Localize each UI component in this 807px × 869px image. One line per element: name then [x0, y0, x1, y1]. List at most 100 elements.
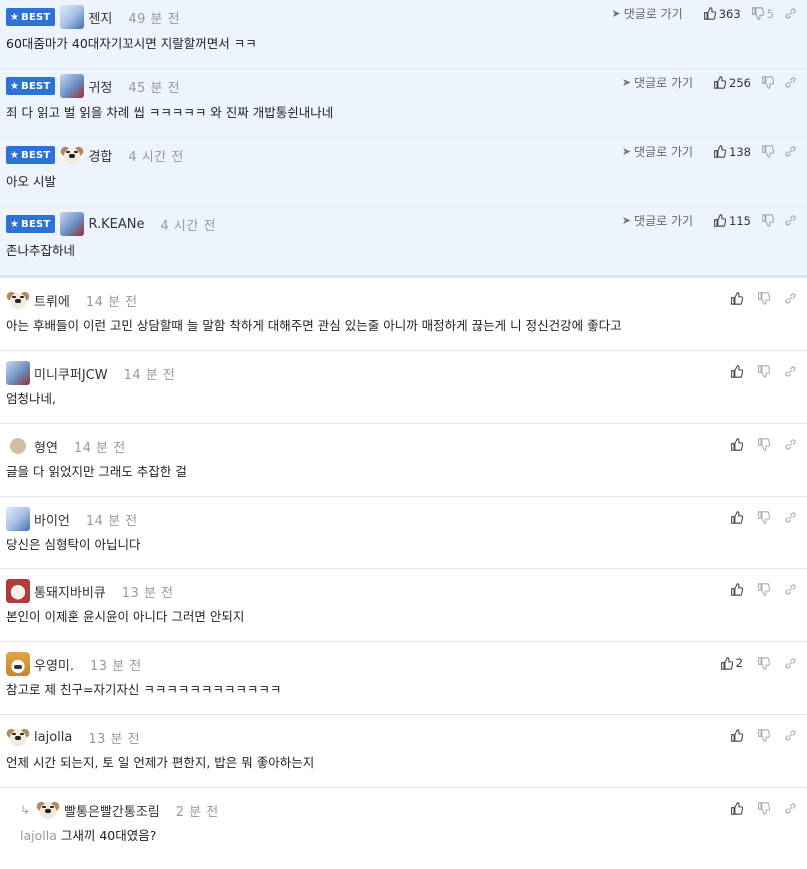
like-count: 256: [729, 75, 751, 90]
like-button[interactable]: 363: [703, 7, 741, 21]
dislike-button[interactable]: [757, 365, 770, 378]
timestamp: 49 분 전: [128, 11, 181, 27]
go-to-comment-link[interactable]: ➤ 댓글로 가기: [622, 143, 693, 160]
dislike-button[interactable]: 5: [751, 7, 774, 21]
avatar[interactable]: [60, 74, 85, 98]
mention[interactable]: lajolla: [20, 828, 57, 843]
share-button[interactable]: [784, 511, 797, 524]
timestamp: 14 분 전: [73, 440, 126, 456]
link-icon: [785, 512, 796, 523]
link-icon: [785, 657, 796, 669]
link-icon: [785, 77, 796, 88]
best-comment: ★ BEST 경합 4 시간 전 아오 시발 ➤ 댓글로 가기 138: [0, 138, 807, 207]
comment-header: 통돼지바비큐 13 분 전: [0, 577, 807, 605]
like-button[interactable]: [730, 365, 743, 378]
comment-text: 아는 후배들이 이런 고민 상담할때 늘 말함 착하게 대해주면 관심 있는줄 …: [6, 318, 622, 333]
dislike-button[interactable]: [757, 729, 770, 742]
thumbs-up-icon: [720, 656, 733, 670]
like-button[interactable]: [730, 292, 743, 305]
dislike-button[interactable]: [757, 511, 770, 524]
thumbs-down-icon: [758, 583, 770, 596]
comment-actions: 2: [710, 656, 797, 670]
nickname[interactable]: 경합: [88, 146, 112, 165]
go-to-comment-link[interactable]: ➤ 댓글로 가기: [611, 5, 682, 22]
like-button[interactable]: 2: [720, 656, 743, 670]
comment-header: ↳ 빨통은빨간통조림 2 분 전: [20, 796, 807, 824]
link-icon: [785, 8, 796, 19]
avatar[interactable]: [6, 652, 30, 676]
like-button[interactable]: [730, 511, 743, 524]
nickname[interactable]: 미니쿠퍼JCW: [34, 364, 108, 383]
nickname[interactable]: 바이언: [34, 510, 70, 529]
go-to-comment-link[interactable]: ➤ 댓글로 가기: [622, 74, 693, 91]
dislike-button[interactable]: [761, 76, 774, 89]
share-button[interactable]: [784, 657, 797, 670]
arrow-icon: ➤: [611, 7, 621, 20]
comment-header: 트뤼에 14 분 전: [0, 286, 807, 314]
like-button[interactable]: [730, 802, 743, 815]
avatar[interactable]: [60, 212, 85, 236]
dislike-button[interactable]: [761, 145, 774, 158]
avatar[interactable]: [6, 725, 30, 749]
timestamp: 2 분 전: [175, 804, 219, 820]
share-button[interactable]: [784, 292, 797, 305]
thumbs-down-icon: [762, 214, 774, 227]
star-icon: ★: [10, 149, 20, 161]
dislike-button[interactable]: [757, 292, 770, 305]
share-button[interactable]: [784, 76, 797, 89]
like-button[interactable]: [730, 729, 743, 742]
comment: 우영미. 13 분 전 참고로 제 친구=자기자신 ㅋㅋㅋㅋㅋㅋㅋㅋㅋㅋㅋㅋ 2: [0, 642, 807, 715]
best-badge: ★ BEST: [6, 77, 56, 95]
avatar[interactable]: [6, 579, 30, 603]
thumbs-down-icon: [758, 729, 770, 742]
avatar[interactable]: [60, 5, 85, 29]
share-button[interactable]: [784, 365, 797, 378]
nickname[interactable]: 빨통은빨간통조림: [64, 801, 160, 820]
nickname[interactable]: 형연: [34, 437, 58, 456]
avatar[interactable]: [60, 143, 85, 167]
share-button[interactable]: [784, 145, 797, 158]
reply-text: 그새끼 40대였음?: [60, 828, 157, 843]
dislike-button[interactable]: [761, 214, 774, 227]
nickname[interactable]: 귀정: [88, 77, 112, 96]
nickname[interactable]: 젠지: [88, 8, 112, 27]
comment-text: 아오 시발: [6, 174, 56, 189]
like-count: 115: [729, 213, 751, 228]
timestamp: 45 분 전: [128, 80, 181, 96]
nickname[interactable]: 통돼지바비큐: [34, 582, 106, 601]
avatar[interactable]: [6, 288, 30, 312]
go-to-comment-link[interactable]: ➤ 댓글로 가기: [622, 212, 693, 229]
like-button[interactable]: [730, 438, 743, 451]
comment-text: 참고로 제 친구=자기자신 ㅋㅋㅋㅋㅋㅋㅋㅋㅋㅋㅋㅋ: [6, 682, 282, 697]
avatar[interactable]: [36, 798, 61, 822]
thumbs-up-icon: [731, 365, 743, 378]
share-button[interactable]: [784, 802, 797, 815]
comment-text: 당신은 심형탁이 아닙니다: [6, 537, 141, 552]
nickname[interactable]: 우영미.: [34, 655, 74, 674]
nickname[interactable]: 트뤼에: [34, 291, 70, 310]
dislike-button[interactable]: [757, 438, 770, 451]
like-button[interactable]: 256: [713, 76, 751, 90]
share-button[interactable]: [784, 214, 797, 227]
share-button[interactable]: [784, 438, 797, 451]
comment-actions: [720, 292, 797, 305]
comment-text: 언제 시간 되는지, 토 일 언제가 편한지, 밥은 뭐 좋아하는지: [6, 755, 315, 770]
share-button[interactable]: [784, 729, 797, 742]
avatar[interactable]: [6, 361, 30, 385]
nickname[interactable]: lajolla: [34, 730, 72, 745]
dislike-button[interactable]: [757, 656, 770, 670]
nickname[interactable]: R.KEANe: [88, 217, 144, 232]
comment: lajolla 13 분 전 언제 시간 되는지, 토 일 언제가 편한지, 밥…: [0, 715, 807, 788]
share-button[interactable]: [784, 7, 797, 20]
like-button[interactable]: 115: [713, 214, 751, 228]
share-button[interactable]: [784, 583, 797, 596]
comment: 미니쿠퍼JCW 14 분 전 엄청나네,: [0, 351, 807, 424]
comment-actions: [720, 438, 797, 451]
avatar[interactable]: [10, 438, 26, 454]
star-icon: ★: [10, 80, 20, 92]
like-button[interactable]: [730, 583, 743, 596]
like-button[interactable]: 138: [713, 145, 751, 159]
dislike-button[interactable]: [757, 802, 770, 815]
avatar[interactable]: [6, 507, 30, 531]
dislike-button[interactable]: [757, 583, 770, 596]
